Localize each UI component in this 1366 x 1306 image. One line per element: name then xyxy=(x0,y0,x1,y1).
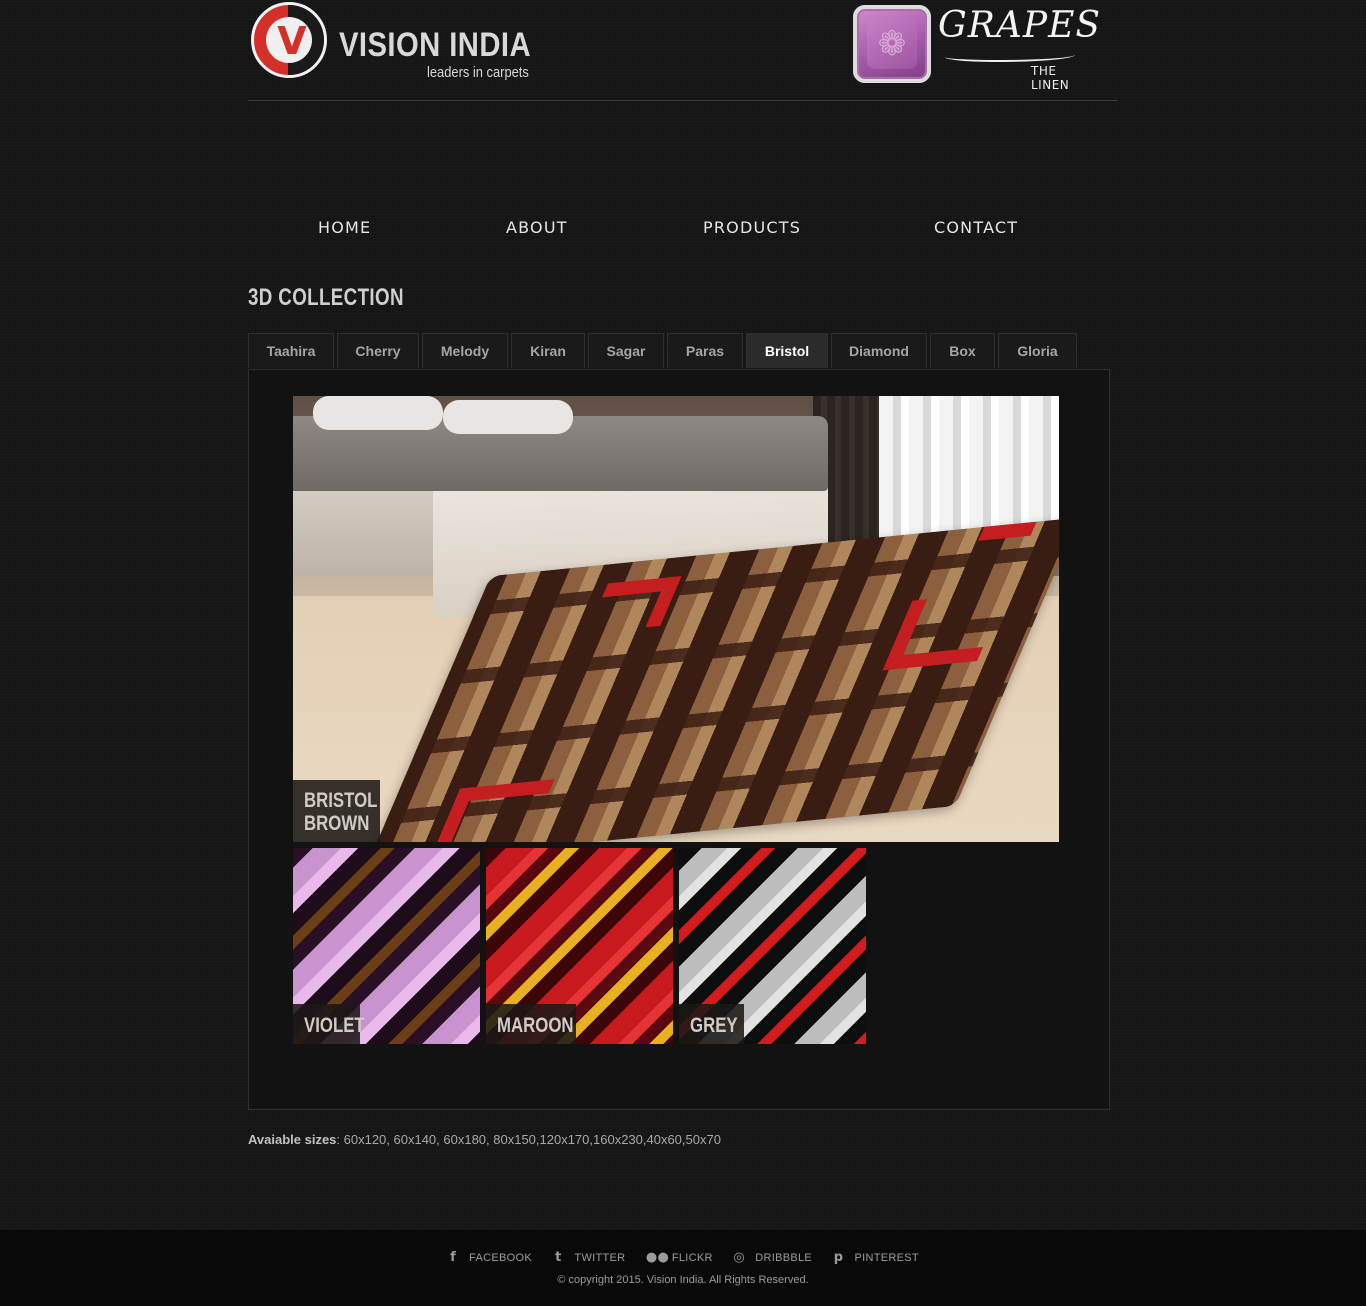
product-main-image[interactable]: BRISTOL BROWN xyxy=(293,396,1059,842)
tab-sagar[interactable]: Sagar xyxy=(588,333,664,368)
social-dribbble[interactable]: ◎ DRIBBBLE xyxy=(733,1250,812,1266)
footer: f FACEBOOK t TWITTER ●● FLICKR ◎ DRIBBBL… xyxy=(0,1230,1366,1306)
brand-tagline: leaders in carpets xyxy=(427,64,529,81)
tab-paras[interactable]: Paras xyxy=(667,333,743,368)
variant-label-grey: GREY xyxy=(690,1014,738,1037)
variant-caption: GREY xyxy=(679,1004,744,1044)
social-twitter[interactable]: t TWITTER xyxy=(552,1250,625,1266)
social-label: PINTEREST xyxy=(854,1252,919,1264)
sizes-value: : 60x120, 60x140, 60x180, 80x150,120x170… xyxy=(336,1132,721,1147)
copyright: © copyright 2015. Vision India. All Righ… xyxy=(557,1274,809,1286)
grapes-logo[interactable]: ❁ GRAPES THE LINEN xyxy=(853,4,1100,92)
available-sizes: Avaiable sizes: 60x120, 60x140, 60x180, … xyxy=(248,1132,721,1148)
variant-violet[interactable]: VIOLET xyxy=(293,848,480,1044)
social-label: DRIBBBLE xyxy=(755,1252,813,1264)
tab-taahira[interactable]: Taahira xyxy=(248,333,334,368)
grapes-icon: ❁ xyxy=(853,5,931,83)
social-flickr[interactable]: ●● FLICKR xyxy=(646,1250,713,1266)
vision-india-logo[interactable]: V VISION INDIA leaders in carpets xyxy=(251,2,531,84)
grapes-swoosh xyxy=(945,50,1075,62)
nav-contact[interactable]: CONTACT xyxy=(934,218,1018,238)
variant-caption: VIOLET xyxy=(293,1004,365,1044)
variant-label-maroon: MAROON xyxy=(497,1014,574,1037)
social-facebook[interactable]: f FACEBOOK xyxy=(447,1250,532,1266)
social-pinterest[interactable]: p PINTEREST xyxy=(833,1250,919,1266)
nav-products[interactable]: PRODUCTS xyxy=(703,218,801,238)
tab-melody[interactable]: Melody xyxy=(422,333,508,368)
social-links: f FACEBOOK t TWITTER ●● FLICKR ◎ DRIBBBL… xyxy=(0,1248,1366,1266)
tab-bristol[interactable]: Bristol xyxy=(746,333,828,368)
nav-about[interactable]: ABOUT xyxy=(506,218,568,238)
tab-box[interactable]: Box xyxy=(930,333,995,368)
vision-india-emblem-icon: V xyxy=(251,2,327,78)
variant-grey[interactable]: GREY xyxy=(679,848,866,1044)
dribbble-icon: ◎ xyxy=(733,1250,746,1265)
collection-tabs: Taahira Cherry Melody Kiran Sagar Paras … xyxy=(248,333,1080,369)
tab-cherry[interactable]: Cherry xyxy=(337,333,419,368)
social-label: TWITTER xyxy=(574,1252,626,1264)
header-divider xyxy=(248,100,1118,101)
variant-caption: MAROON xyxy=(486,1004,576,1044)
twitter-icon: t xyxy=(555,1250,562,1265)
facebook-icon: f xyxy=(450,1250,457,1265)
variant-label-violet: VIOLET xyxy=(304,1014,365,1037)
sizes-label: Avaiable sizes xyxy=(248,1132,337,1147)
tab-kiran[interactable]: Kiran xyxy=(511,333,585,368)
social-label: FLICKR xyxy=(671,1252,713,1264)
caption-line-2: BROWN xyxy=(304,812,370,835)
page-title: 3D COLLECTION xyxy=(248,284,404,311)
caption-line-1: BRISTOL xyxy=(304,789,378,812)
partner-name: GRAPES xyxy=(938,5,1102,46)
brand-name: VISION INDIA xyxy=(339,26,531,64)
pinterest-icon: p xyxy=(833,1250,844,1265)
main-caption: BRISTOL BROWN xyxy=(293,780,380,842)
partner-tagline: THE LINEN xyxy=(1031,64,1070,92)
nav-home[interactable]: HOME xyxy=(318,218,371,238)
variant-maroon[interactable]: MAROON xyxy=(486,848,673,1044)
tab-gloria[interactable]: Gloria xyxy=(998,333,1077,368)
flickr-icon: ●● xyxy=(645,1250,670,1265)
tab-diamond[interactable]: Diamond xyxy=(831,333,927,368)
social-label: FACEBOOK xyxy=(469,1252,532,1264)
